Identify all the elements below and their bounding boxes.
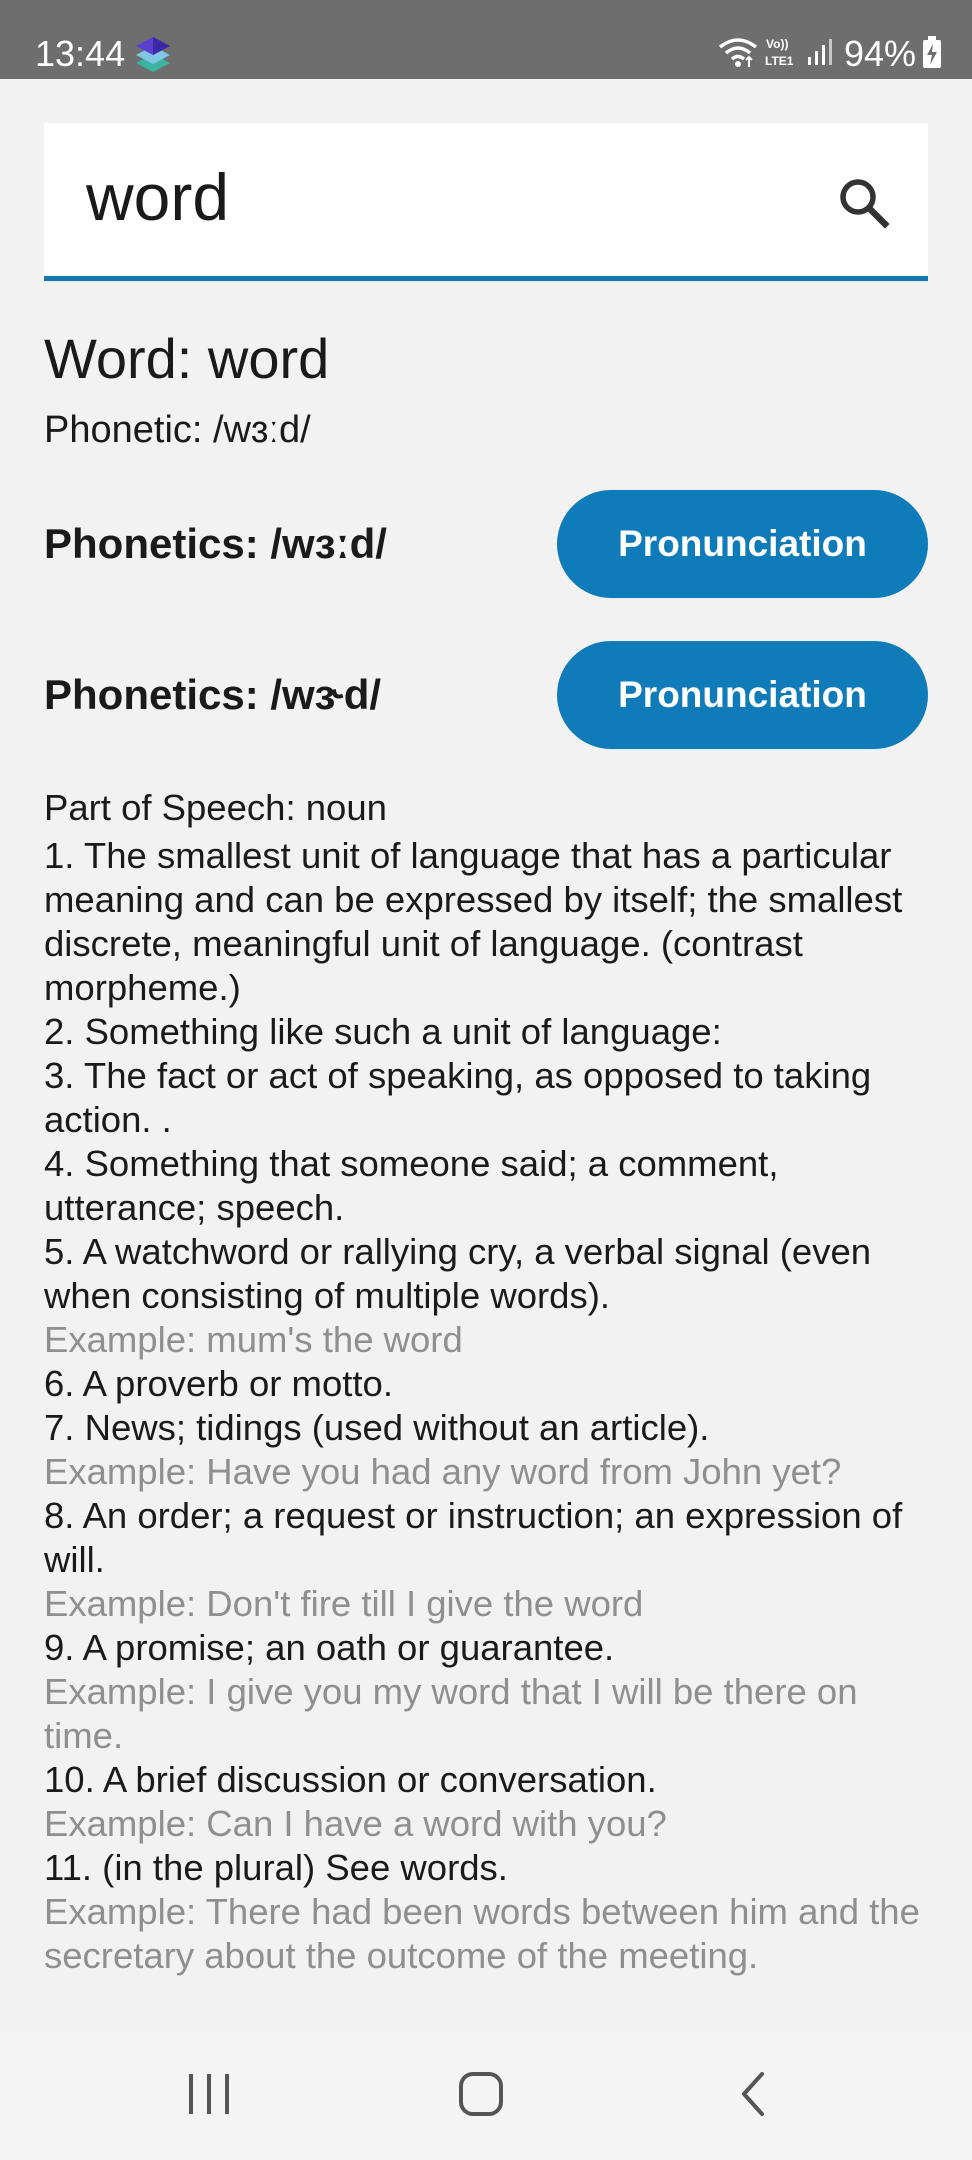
home-icon: [457, 2070, 505, 2123]
definition-item: 6. A proverb or motto.: [44, 1363, 393, 1404]
search-box[interactable]: [44, 123, 928, 281]
recents-button[interactable]: [149, 2056, 269, 2136]
definition-item: 4. Something that someone said; a commen…: [44, 1143, 779, 1228]
definition-item: 11. (in the plural) See words.: [44, 1847, 508, 1888]
svg-text:LTE1: LTE1: [765, 54, 794, 68]
navigation-bar: [0, 2030, 972, 2160]
recents-icon: [184, 2071, 234, 2122]
definition-example: Example: There had been words between hi…: [44, 1891, 920, 1976]
search-icon[interactable]: [836, 175, 892, 231]
definition-item: 7. News; tidings (used without an articl…: [44, 1407, 710, 1448]
definition-item: 5. A watchword or rallying cry, a verbal…: [44, 1231, 872, 1316]
battery-percent: 94%: [843, 33, 916, 74]
definition-item: 10. A brief discussion or conversation.: [44, 1759, 657, 1800]
pronunciation-button[interactable]: Pronunciation: [557, 641, 928, 749]
definition-item: 2. Something like such a unit of languag…: [44, 1011, 722, 1052]
definition-example: Example: Have you had any word from John…: [44, 1451, 842, 1492]
home-button[interactable]: [421, 2056, 541, 2136]
back-icon: [736, 2070, 770, 2123]
phonetics-label: Phonetics: /wɝd/: [44, 671, 382, 718]
word-title: Word: word: [44, 327, 330, 390]
definition-item: 3. The fact or act of speaking, as oppos…: [44, 1055, 872, 1140]
part-of-speech: Part of Speech: noun: [44, 787, 387, 828]
pronunciation-button[interactable]: Pronunciation: [557, 490, 928, 598]
wifi-icon: [718, 35, 758, 74]
status-indicators: Vo)) LTE1 94%: [712, 34, 942, 74]
phonetics-label: Phonetics: /wɜːd/: [44, 520, 387, 567]
definition-example: Example: Can I have a word with you?: [44, 1803, 667, 1844]
definition-item: 9. A promise; an oath or guarantee.: [44, 1627, 615, 1668]
definitions-section: Part of Speech: noun 1. The smallest uni…: [44, 786, 934, 1978]
phonetics-row: Phonetics: /wɝd/ Pronunciation: [44, 641, 928, 749]
search-input[interactable]: [86, 157, 846, 237]
signal-icon: [806, 37, 834, 72]
lte-icon: Vo)) LTE1: [764, 35, 800, 74]
svg-text:Vo)): Vo)): [766, 37, 788, 51]
definition-example: Example: I give you my word that I will …: [44, 1671, 858, 1756]
definition-item: 1. The smallest unit of language that ha…: [44, 835, 903, 1008]
battery-charging-icon: [922, 35, 942, 74]
app-stack-icon: [134, 34, 172, 74]
status-time: 13:44: [35, 33, 126, 74]
phonetics-row: Phonetics: /wɜːd/ Pronunciation: [44, 490, 928, 598]
phonetic-text: Phonetic: /wɜːd/: [44, 409, 311, 451]
status-bar: 13:44 Vo)) LTE1 94%: [0, 0, 972, 79]
definition-list: 1. The smallest unit of language that ha…: [44, 834, 934, 1978]
back-button[interactable]: [693, 2056, 813, 2136]
definition-example: Example: mum's the word: [44, 1319, 463, 1360]
definition-item: 8. An order; a request or instruction; a…: [44, 1495, 903, 1580]
definition-example: Example: Don't fire till I give the word: [44, 1583, 644, 1624]
